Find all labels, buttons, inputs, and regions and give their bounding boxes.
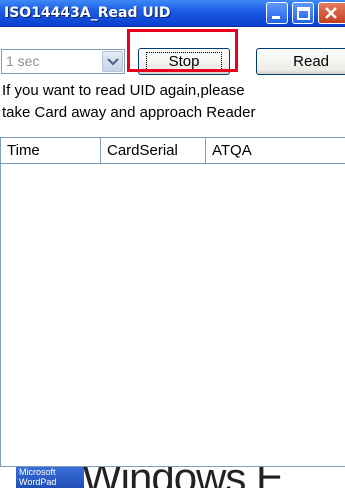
wordpad-label-line-1: Microsoft xyxy=(19,467,56,477)
minimize-button[interactable] xyxy=(266,2,288,24)
title-bar: ISO14443A_Read UID xyxy=(0,0,345,27)
instruction-line-1: If you want to read UID again,please xyxy=(2,82,245,99)
read-button[interactable]: Read xyxy=(256,48,345,75)
wordpad-label-line-2: WordPad xyxy=(19,477,57,487)
close-icon xyxy=(325,7,337,19)
chevron-down-icon xyxy=(107,58,119,66)
column-header-time[interactable]: Time xyxy=(1,138,101,163)
wordpad-taskbar-button[interactable]: Microsoft WordPad xyxy=(16,467,84,488)
interval-value: 1 sec xyxy=(6,53,40,69)
instruction-line-2: take Card away and approach Reader xyxy=(2,104,256,121)
stop-button-label: Stop xyxy=(145,52,223,71)
read-button-label: Read xyxy=(293,53,329,70)
list-header: Time CardSerial ATQA xyxy=(1,138,345,164)
maximize-button[interactable] xyxy=(292,2,314,24)
column-header-cardserial[interactable]: CardSerial xyxy=(101,138,206,163)
dropdown-button[interactable] xyxy=(102,51,123,72)
windows-brand-text: Windows E xyxy=(82,467,284,488)
maximize-icon xyxy=(297,7,310,20)
taskbar: Microsoft WordPad Windows E xyxy=(0,467,345,488)
minimize-icon xyxy=(272,16,280,19)
close-button[interactable] xyxy=(318,2,345,24)
uid-list[interactable]: Time CardSerial ATQA xyxy=(0,137,345,467)
stop-button[interactable]: Stop xyxy=(138,48,230,75)
window-title: ISO14443A_Read UID xyxy=(4,5,171,21)
instruction-text: If you want to read UID again,please tak… xyxy=(2,80,342,124)
interval-select[interactable]: 1 sec xyxy=(1,49,125,74)
column-header-atqa[interactable]: ATQA xyxy=(206,138,345,163)
